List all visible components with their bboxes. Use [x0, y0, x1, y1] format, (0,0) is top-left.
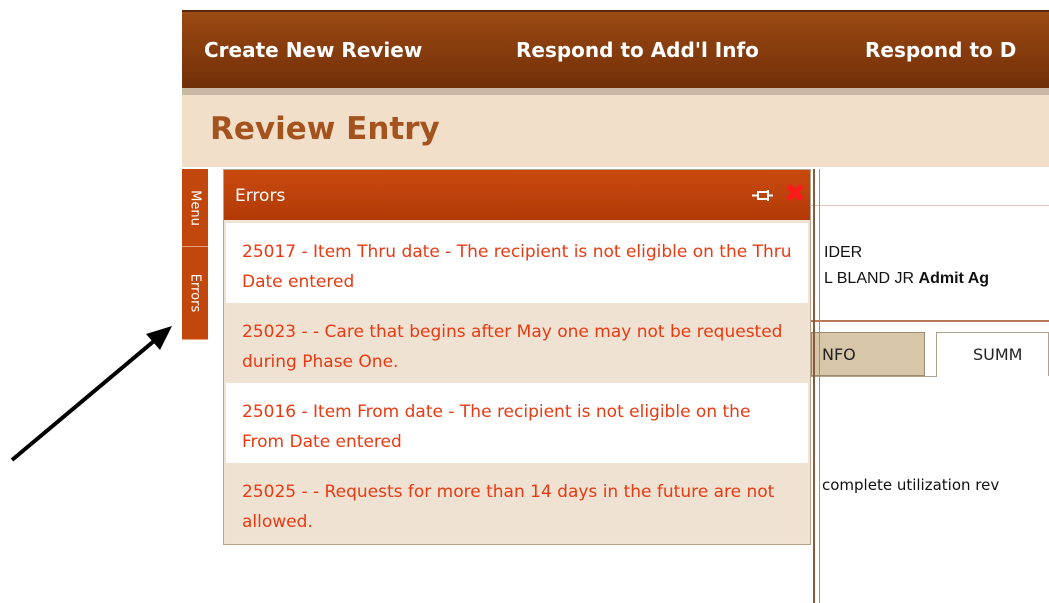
tab-summary-label: SUMM: [973, 345, 1023, 364]
error-item[interactable]: 25016 - Item From date - The recipient i…: [226, 383, 808, 463]
page-title: Review Entry: [210, 111, 440, 147]
error-item[interactable]: 25017 - Item Thru date - The recipient i…: [226, 223, 808, 303]
provider-label-fragment: IDER: [824, 244, 863, 261]
nav-respond-addl-info[interactable]: Respond to Add'l Info: [516, 38, 759, 62]
page-header: Review Entry: [182, 95, 1049, 167]
side-tab-menu-label: Menu: [187, 189, 203, 226]
error-item[interactable]: 25025 - - Requests for more than 14 days…: [226, 463, 808, 543]
review-content-area: [810, 169, 1049, 603]
annotation-arrow-icon: [10, 326, 172, 462]
errors-panel-title: Errors: [235, 186, 286, 206]
nav-create-new-review[interactable]: Create New Review: [204, 38, 422, 62]
panel-splitter-edge: [819, 169, 820, 603]
side-tab-menu[interactable]: Menu: [182, 169, 208, 247]
error-item[interactable]: 25023 - - Care that begins after May one…: [226, 303, 808, 383]
top-nav-bar: Create New Review Respond to Add'l Info …: [182, 10, 1049, 90]
recipient-name-fragment: L BLAND JR: [824, 270, 919, 287]
close-icon[interactable]: ✖: [784, 181, 806, 207]
utilization-text-fragment: complete utilization rev: [822, 476, 1000, 494]
tab-summary[interactable]: SUMM: [936, 332, 1049, 376]
content-divider: [811, 205, 1049, 206]
panel-splitter[interactable]: [813, 169, 815, 603]
errors-panel: Errors ✖ 25017 - Item Thru date - The re…: [223, 169, 811, 545]
errors-panel-header: Errors ✖: [224, 170, 810, 220]
content-divider: [811, 320, 1049, 322]
tab-baseline: [811, 376, 937, 377]
admit-label-fragment: Admit Ag: [918, 270, 990, 287]
tab-info-label: NFO: [822, 344, 856, 364]
pin-icon[interactable]: [752, 188, 774, 204]
tab-info[interactable]: NFO: [811, 332, 925, 376]
nav-divider-strip: [182, 88, 1049, 95]
recipient-line: L BLAND JR Admit Ag: [824, 270, 989, 288]
nav-respond-to-d[interactable]: Respond to D: [865, 38, 1016, 62]
